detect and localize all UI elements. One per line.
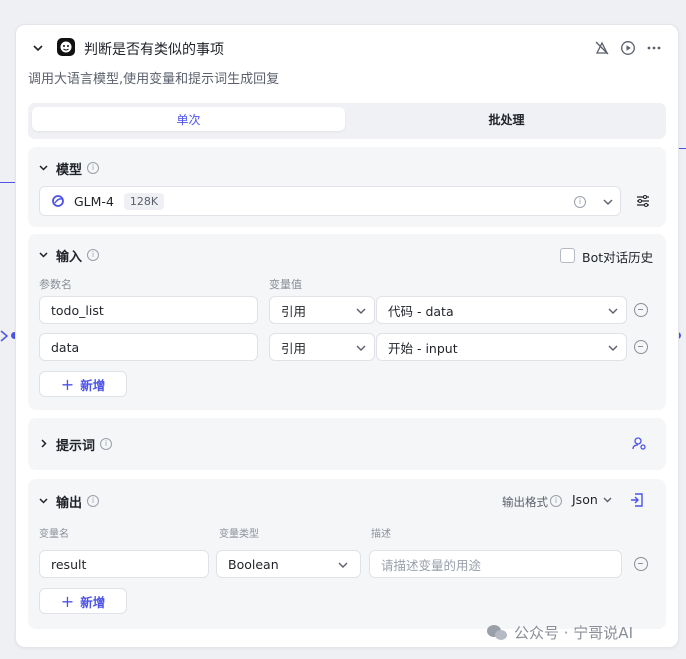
output-format-label: 输出格式 [502, 495, 548, 509]
chevron-down-icon [356, 308, 366, 314]
llm-node-card[interactable]: 判断是否有类似的事项 调用大语言模型,使用变量和提示词生成回复 单次 批处理 模… [15, 24, 679, 648]
history-label: Bot对话历史 [582, 250, 654, 265]
collapse-chevron-icon[interactable] [32, 42, 44, 54]
history-checkbox[interactable] [560, 248, 575, 263]
param-name-input[interactable]: todo_list [39, 296, 258, 324]
watermark: 公众号 · 宁哥说AI [486, 622, 633, 643]
ref-type-select[interactable]: 引用 [269, 333, 375, 361]
chevron-down-icon [356, 345, 366, 351]
col-desc-label: 描述 [371, 529, 391, 540]
section-expand-icon[interactable] [38, 438, 49, 449]
plus-icon: + [60, 591, 75, 611]
ref-value-select[interactable]: 代码 - data [376, 296, 627, 324]
model-logo-icon [52, 195, 64, 207]
remove-row-icon[interactable] [634, 340, 648, 354]
llm-node-icon [57, 38, 75, 56]
info-icon[interactable]: i [100, 438, 112, 450]
output-section: 输出 i 输出格式 i Json 变量名 变量类型 描述 result Bool… [28, 479, 666, 629]
prompt-section: 提示词 i [28, 418, 666, 470]
info-icon[interactable]: i [87, 249, 99, 261]
model-name: GLM-4 [74, 193, 114, 209]
col-value-label: 变量值 [269, 278, 302, 291]
run-icon[interactable] [620, 40, 636, 56]
output-import-icon[interactable] [630, 493, 644, 507]
ref-type-select[interactable]: 引用 [269, 296, 375, 324]
info-icon[interactable]: i [87, 495, 99, 507]
prompt-settings-icon[interactable] [632, 436, 647, 451]
chevron-down-icon [603, 497, 612, 503]
info-icon[interactable]: i [87, 162, 99, 174]
remove-row-icon[interactable] [634, 557, 648, 571]
ref-value-select[interactable]: 开始 - input [376, 333, 627, 361]
context-badge: 128K [123, 192, 165, 210]
run-mode-tabs: 单次 批处理 [28, 103, 666, 139]
col-param-label: 参数名 [39, 278, 72, 291]
model-select[interactable]: GLM-4 128K i [39, 186, 621, 216]
output-type-select[interactable]: Boolean [216, 550, 361, 578]
col-type-label: 变量类型 [219, 529, 259, 540]
model-section-title: 模型 [56, 163, 83, 178]
chevron-down-icon [338, 562, 348, 568]
debug-off-icon[interactable] [594, 40, 610, 56]
tab-batch[interactable]: 批处理 [351, 107, 662, 131]
param-name-input[interactable]: data [39, 333, 258, 361]
plus-icon: + [60, 374, 75, 394]
prompt-section-title: 提示词 [56, 439, 96, 454]
output-name-input[interactable]: result [39, 550, 209, 578]
chevron-down-icon[interactable] [602, 196, 614, 208]
add-output-button[interactable]: + 新增 [39, 588, 127, 614]
add-input-button[interactable]: + 新增 [39, 371, 127, 397]
col-name-label: 变量名 [39, 529, 69, 540]
model-section: 模型 i GLM-4 128K i [28, 147, 666, 227]
section-collapse-icon[interactable] [38, 162, 49, 173]
tab-single[interactable]: 单次 [32, 107, 345, 131]
node-description: 调用大语言模型,使用变量和提示词生成回复 [28, 72, 280, 87]
edge-left-line [0, 182, 15, 183]
section-collapse-icon[interactable] [38, 495, 49, 506]
model-info-icon[interactable]: i [574, 196, 586, 208]
chevron-down-icon [608, 345, 618, 351]
edge-arrow-icon [0, 330, 9, 342]
section-collapse-icon[interactable] [38, 249, 49, 260]
output-section-title: 输出 [56, 496, 83, 511]
format-info-icon[interactable]: i [550, 495, 562, 507]
input-section: 输入 i Bot对话历史 参数名 变量值 todo_list 引用 代码 - d… [28, 234, 666, 410]
output-desc-input[interactable]: 请描述变量的用途 [369, 550, 622, 578]
input-section-title: 输入 [56, 250, 83, 265]
remove-row-icon[interactable] [634, 303, 648, 317]
wechat-icon [487, 624, 507, 640]
model-settings-icon[interactable] [636, 194, 650, 208]
output-format-select[interactable]: Json [572, 492, 613, 507]
chevron-down-icon [608, 308, 618, 314]
node-title[interactable]: 判断是否有类似的事项 [84, 39, 224, 59]
more-icon[interactable] [646, 40, 662, 56]
